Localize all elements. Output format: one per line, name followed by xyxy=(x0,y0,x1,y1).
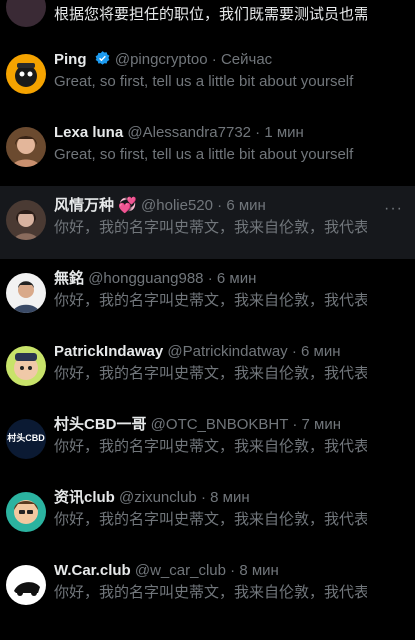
display-name: Lexa luna xyxy=(54,124,124,141)
verified-badge-icon xyxy=(94,50,111,73)
separator: · xyxy=(203,270,217,287)
display-name: W.Car.club xyxy=(54,562,131,579)
conversation-row-selected[interactable]: 风情万种 💞 @holie520 · 6 мин ··· 你好，我的名字叫史蒂文… xyxy=(0,186,415,259)
message-preview: 你好，我的名字叫史蒂文，我来自伦敦，我代表我 xyxy=(54,219,367,236)
timestamp: 7 мин xyxy=(301,416,342,433)
handle: @holie520 xyxy=(141,197,213,214)
conversation-row[interactable]: W.Car.club @w_car_club · 8 мин 你好，我的名字叫史… xyxy=(0,551,415,624)
separator: · xyxy=(213,197,227,214)
message-preview: 你好，我的名字叫史蒂文，我来自伦敦，我代表 xyxy=(54,365,367,382)
timestamp: 8 мин xyxy=(239,562,279,579)
handle: @OTC_BNBOKBHT xyxy=(150,416,289,433)
timestamp: 6 мин xyxy=(226,197,266,214)
heart-emoji-icon: 💞 xyxy=(118,197,137,214)
timestamp: 1 мин xyxy=(264,124,304,141)
more-options-icon[interactable]: ··· xyxy=(384,200,403,218)
display-name: 村头CBD一哥 xyxy=(54,416,147,433)
display-name: PatrickIndaway xyxy=(54,343,164,360)
avatar xyxy=(6,54,46,94)
conversation-header: 资讯club @zixunclub · 8 мин xyxy=(54,488,385,508)
message-preview: 你好，我的名字叫史蒂文，我来自伦敦，我代表 xyxy=(54,438,367,455)
timestamp: Сейчас xyxy=(220,51,273,68)
separator: · xyxy=(251,124,265,141)
separator: · xyxy=(288,416,302,433)
conversation-row[interactable]: 根据您将要担任的职位，我们既需要测试员也需 xyxy=(0,0,415,40)
conversation-list: 根据您将要担任的职位，我们既需要测试员也需 Ping @pingcryptoo … xyxy=(0,0,415,640)
avatar xyxy=(6,127,46,167)
conversation-header: 無銘 @hongguang988 · 6 мин xyxy=(54,269,385,289)
message-preview: Great, so first, tell us a little bit ab… xyxy=(54,73,354,90)
avatar xyxy=(6,346,46,386)
timestamp: 6 мин xyxy=(216,270,257,287)
handle: @Alessandra7732 xyxy=(127,124,252,141)
avatar xyxy=(6,565,46,605)
avatar xyxy=(6,200,46,240)
avatar xyxy=(6,0,46,27)
handle: @zixunclub xyxy=(119,489,197,506)
conversation-header: Ping @pingcryptoo · Сейчас xyxy=(54,50,385,73)
handle: @hongguang988 xyxy=(88,270,204,287)
conversation-header: PatrickIndaway @Patrickindatway · 6 мин xyxy=(54,342,385,362)
separator: · xyxy=(207,51,221,68)
handle: @w_car_club xyxy=(134,562,226,579)
message-preview: 根据您将要担任的职位，我们既需要测试员也需 xyxy=(54,6,367,23)
timestamp: 6 мин xyxy=(301,343,341,360)
conversation-row[interactable]: 無銘 @hongguang988 · 6 мин 你好，我的名字叫史蒂文，我来自… xyxy=(0,259,415,332)
conversation-row[interactable]: Ping @pingcryptoo · Сейчас Great, so fir… xyxy=(0,40,415,113)
separator: · xyxy=(225,562,240,579)
message-preview: Great, so first, tell us a little bit ab… xyxy=(54,146,354,163)
message-preview: 你好，我的名字叫史蒂文，我来自伦敦，我代表 xyxy=(54,511,367,528)
conversation-header: 村头CBD一哥 @OTC_BNBOKBHT · 7 мин xyxy=(54,415,385,435)
handle: @Patrickindatway xyxy=(167,343,288,360)
message-preview: 你好，我的名字叫史蒂文，我来自伦敦，我代表 xyxy=(54,292,367,309)
avatar-logo-text: 村头CBD xyxy=(7,433,45,443)
conversation-row[interactable]: PatrickIndaway @Patrickindatway · 6 мин … xyxy=(0,332,415,405)
conversation-header: W.Car.club @w_car_club · 8 мин xyxy=(54,561,385,581)
avatar: 村头CBD xyxy=(6,419,46,459)
timestamp: 8 мин xyxy=(210,489,250,506)
display-name: Ping xyxy=(54,51,87,68)
conversation-header: Lexa luna @Alessandra7732 · 1 мин xyxy=(54,123,385,143)
conversation-row[interactable]: 资讯club @zixunclub · 8 мин 你好，我的名字叫史蒂文，我来… xyxy=(0,478,415,551)
separator: · xyxy=(196,489,211,506)
conversation-row[interactable]: 村头CBD 村头CBD一哥 @OTC_BNBOKBHT · 7 мин 你好，我… xyxy=(0,405,415,478)
conversation-header: 风情万种 💞 @holie520 · 6 мин xyxy=(54,196,385,216)
display-name: 無銘 xyxy=(54,270,85,287)
avatar xyxy=(6,273,46,313)
avatar xyxy=(6,492,46,532)
display-name: 资讯club xyxy=(54,489,115,506)
display-name: 风情万种 xyxy=(54,197,115,214)
message-preview: 你好，我的名字叫史蒂文，我来自伦敦，我代表 xyxy=(54,584,367,601)
handle: @pingcryptoo xyxy=(114,51,208,68)
conversation-row[interactable]: Lexa luna @Alessandra7732 · 1 мин Great,… xyxy=(0,113,415,186)
separator: · xyxy=(287,343,302,360)
